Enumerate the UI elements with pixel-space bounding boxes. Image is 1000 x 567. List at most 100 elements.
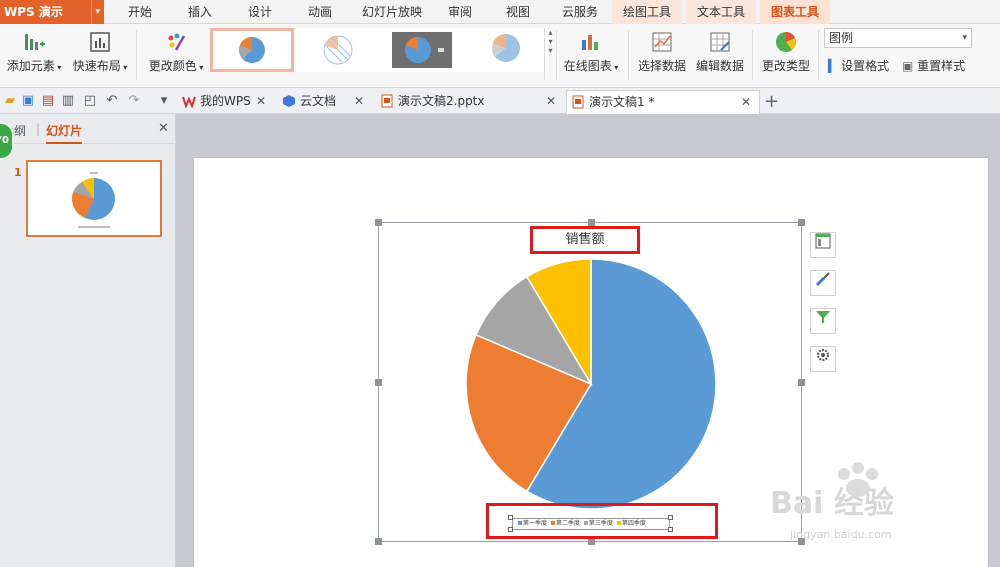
online-chart-icon bbox=[582, 35, 598, 50]
tab-insert[interactable]: 插入 bbox=[172, 0, 228, 24]
tab-label: 我的WPS bbox=[200, 94, 251, 108]
resize-handle[interactable] bbox=[588, 538, 595, 545]
tab-my-wps[interactable]: 我的WPS ✕ bbox=[178, 90, 274, 114]
tab-slides[interactable]: 幻灯片 bbox=[46, 122, 83, 144]
close-icon[interactable]: ✕ bbox=[256, 90, 266, 112]
close-icon[interactable]: ✕ bbox=[741, 91, 751, 113]
resize-handle[interactable] bbox=[798, 219, 805, 226]
chart-elements-icon bbox=[815, 233, 831, 249]
change-type-label: 更改类型 bbox=[761, 59, 810, 73]
legend-handle[interactable] bbox=[668, 527, 673, 532]
export-pdf-icon[interactable]: ▤ bbox=[40, 93, 56, 109]
chart-element-select-value: 图例 bbox=[829, 31, 854, 45]
resize-handle[interactable] bbox=[588, 219, 595, 226]
new-tab-icon[interactable]: + bbox=[764, 91, 779, 112]
resize-handle[interactable] bbox=[375, 538, 382, 545]
chart-style-gallery: ▴ ▾ ▾ bbox=[208, 28, 556, 86]
pie-chart[interactable] bbox=[461, 254, 721, 514]
ribbon-divider bbox=[136, 30, 137, 80]
tab-design[interactable]: 设计 bbox=[232, 0, 288, 24]
edit-data-icon bbox=[710, 32, 730, 52]
tab-cloud[interactable]: 云服务 bbox=[552, 0, 608, 24]
paint-brush-icon bbox=[815, 272, 830, 287]
cloud-docs-icon bbox=[283, 95, 295, 107]
edit-data-button[interactable]: 编辑数据 bbox=[694, 24, 746, 86]
more-dropdown-icon[interactable]: ▾ bbox=[156, 93, 172, 109]
ribbon-divider bbox=[556, 30, 557, 80]
chevron-down-icon[interactable]: ▾ bbox=[91, 0, 100, 24]
quick-layout-label: 快速布局 bbox=[72, 59, 121, 73]
open-folder-icon[interactable]: ▰ bbox=[2, 93, 18, 109]
change-color-label: 更改颜色 bbox=[148, 59, 197, 73]
tab-review[interactable]: 审阅 bbox=[436, 0, 484, 24]
pie-chart-icon bbox=[776, 32, 796, 52]
legend-handle[interactable] bbox=[508, 515, 513, 520]
chart-element-select[interactable]: 图例 ▾ bbox=[824, 28, 972, 48]
chart-elements-button[interactable] bbox=[810, 232, 836, 258]
save-icon[interactable]: ▣ bbox=[20, 93, 36, 109]
document-tab-bar: ▰ ▣ ▤ ▥ ◰ ↶ ↷ ▾ 我的WPS ✕ 云文档 ✕ 演示文稿2.pptx… bbox=[0, 88, 1000, 114]
presentation-file-icon bbox=[572, 95, 584, 109]
tab-chart-tools[interactable]: 图表工具 bbox=[760, 0, 830, 24]
print-preview-icon[interactable]: ◰ bbox=[82, 93, 98, 109]
chart-filter-button[interactable] bbox=[810, 308, 836, 334]
undo-icon[interactable]: ↶ bbox=[104, 93, 120, 109]
redo-icon[interactable]: ↷ bbox=[126, 93, 142, 109]
tab-presentation-1[interactable]: 演示文稿1 * ✕ bbox=[566, 90, 760, 114]
app-name: WPS 演示 bbox=[4, 5, 63, 19]
change-color-button[interactable]: 更改颜色 ▾ bbox=[146, 24, 206, 86]
close-icon[interactable]: ✕ bbox=[354, 90, 364, 112]
edit-data-label: 编辑数据 bbox=[695, 59, 744, 73]
slide-thumbnail[interactable] bbox=[26, 160, 162, 237]
print-icon[interactable]: ▥ bbox=[60, 93, 76, 109]
gallery-scrollbar[interactable]: ▴ ▾ ▾ bbox=[544, 28, 556, 80]
chart-legend[interactable]: 第一季度 第二季度 第三季度 第四季度 bbox=[512, 518, 670, 530]
chart-style-button[interactable] bbox=[810, 270, 836, 296]
chart-style-2[interactable] bbox=[296, 28, 380, 72]
online-chart-button[interactable]: 在线图表 ▾ bbox=[560, 24, 622, 86]
chart-style-3[interactable] bbox=[380, 28, 464, 72]
tab-home[interactable]: 开始 bbox=[112, 0, 168, 24]
tab-label: 云文档 bbox=[300, 94, 337, 108]
chart-settings-button[interactable] bbox=[810, 346, 836, 372]
legend-handle[interactable] bbox=[668, 515, 673, 520]
quick-layout-button[interactable]: 快速布局 ▾ bbox=[70, 24, 130, 86]
select-data-icon bbox=[652, 32, 672, 52]
reset-icon: ▣ bbox=[902, 59, 914, 73]
legend-handle[interactable] bbox=[508, 527, 513, 532]
tab-drawing-tools[interactable]: 绘图工具 bbox=[612, 0, 682, 24]
tab-animation[interactable]: 动画 bbox=[292, 0, 348, 24]
tab-view[interactable]: 视图 bbox=[494, 0, 542, 24]
reset-style-button[interactable]: ▣ 重置样式 bbox=[902, 56, 965, 76]
status-badge[interactable]: 70 bbox=[0, 122, 14, 160]
close-icon[interactable]: ✕ bbox=[546, 90, 556, 112]
close-icon[interactable]: ✕ bbox=[158, 121, 169, 136]
app-menu-button[interactable]: WPS 演示 ▾ bbox=[0, 0, 104, 24]
chart-style-1[interactable] bbox=[210, 28, 294, 72]
tab-cloud-docs[interactable]: 云文档 ✕ bbox=[278, 90, 372, 114]
tab-presentation-2[interactable]: 演示文稿2.pptx ✕ bbox=[376, 90, 564, 114]
tab-text-tools[interactable]: 文本工具 bbox=[686, 0, 756, 24]
chart-style-4[interactable] bbox=[464, 28, 548, 72]
tab-slideshow[interactable]: 幻灯片放映 bbox=[352, 0, 432, 24]
add-element-button[interactable]: 添加元素 ▾ bbox=[4, 24, 64, 86]
resize-handle[interactable] bbox=[375, 219, 382, 226]
pie-style-4-icon bbox=[491, 34, 520, 62]
add-element-label: 添加元素 bbox=[6, 59, 55, 73]
change-type-button[interactable]: 更改类型 bbox=[758, 24, 814, 86]
legend-swatch bbox=[518, 521, 522, 525]
legend-swatch bbox=[583, 521, 588, 525]
resize-handle[interactable] bbox=[375, 379, 382, 386]
gear-icon bbox=[817, 349, 829, 361]
resize-handle[interactable] bbox=[798, 379, 805, 386]
chevron-down-icon: ▾ bbox=[962, 33, 967, 43]
legend-swatch bbox=[616, 521, 621, 525]
tab-label: 演示文稿1 * bbox=[589, 95, 655, 109]
set-format-button[interactable]: ▍ 设置格式 bbox=[828, 56, 889, 76]
select-data-button[interactable]: 选择数据 bbox=[636, 24, 688, 86]
panel-divider: | bbox=[36, 122, 41, 136]
format-brush-icon: ▍ bbox=[828, 59, 838, 73]
legend-entry: 第一季度 bbox=[523, 520, 548, 527]
chart-title[interactable]: 销售额 bbox=[530, 226, 640, 254]
menu-bar: WPS 演示 ▾ 开始 插入 设计 动画 幻灯片放映 审阅 视图 云服务 绘图工… bbox=[0, 0, 1000, 24]
